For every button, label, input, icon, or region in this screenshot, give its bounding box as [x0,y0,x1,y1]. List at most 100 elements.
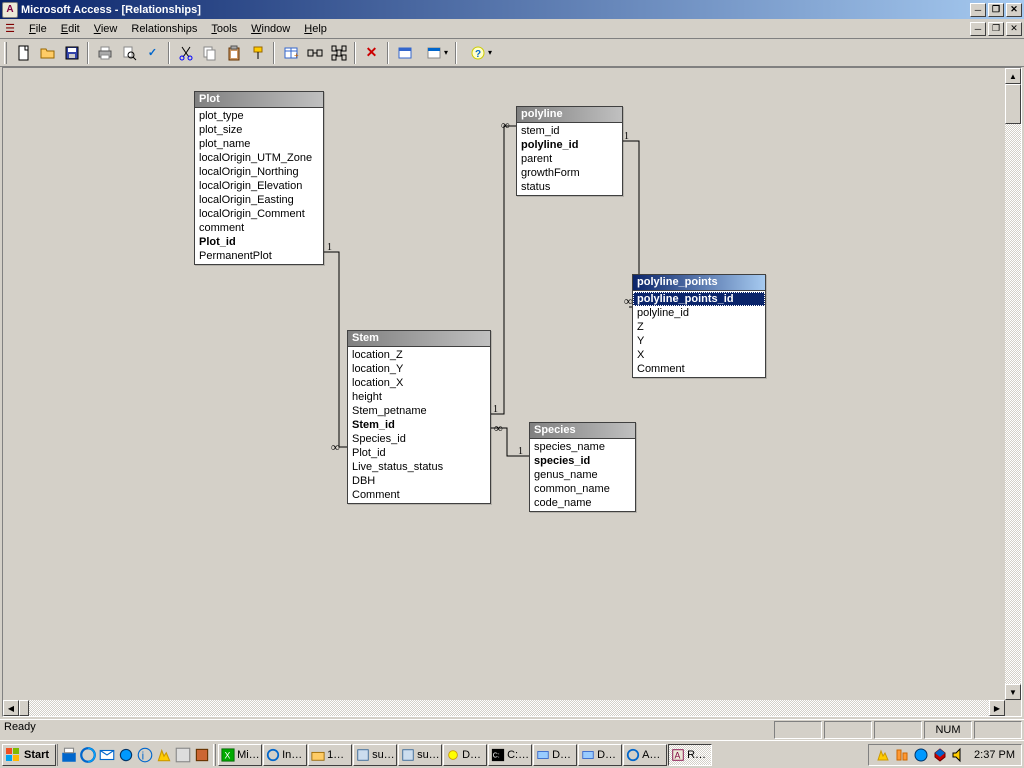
task-4[interactable]: su… [353,744,397,766]
mdi-icon[interactable]: ☰ [2,21,18,37]
scroll-down-button[interactable]: ▼ [1005,684,1021,700]
task-access[interactable]: AR… [668,744,712,766]
field-pp-x[interactable]: X [633,348,765,362]
menu-help[interactable]: Help [297,21,334,37]
field-common-name[interactable]: common_name [530,482,635,496]
table-plot-title[interactable]: Plot [195,92,323,108]
table-species-title[interactable]: Species [530,423,635,439]
field-plot-type[interactable]: plot_type [195,109,323,123]
close-button[interactable]: ✕ [1006,3,1022,17]
field-polyline-id[interactable]: polyline_id [517,138,622,152]
minimize-button[interactable]: ─ [970,3,986,17]
field-species-name[interactable]: species_name [530,440,635,454]
print-button[interactable] [93,42,116,64]
vertical-scrollbar[interactable]: ▲ ▼ [1005,68,1021,700]
field-code-name[interactable]: code_name [530,496,635,510]
start-button[interactable]: Start [2,744,56,766]
table-stem[interactable]: Stem location_Z location_Y location_X he… [347,330,491,504]
ql-oe-icon[interactable] [98,746,116,764]
scroll-right-button[interactable]: ▶ [989,700,1005,716]
horizontal-scrollbar[interactable]: ◀ ▶ [3,700,1005,716]
scroll-left-button[interactable]: ◀ [3,700,19,716]
menu-window[interactable]: Window [244,21,297,37]
field-polyline-growthform[interactable]: growthForm [517,166,622,180]
menu-relationships[interactable]: Relationships [124,21,204,37]
ql-icon-7[interactable] [174,746,192,764]
copy-button[interactable] [198,42,221,64]
field-plot-name[interactable]: plot_name [195,137,323,151]
show-direct-relationships-button[interactable] [303,42,326,64]
scroll-thumb-h[interactable] [19,700,29,716]
table-polyline-points-title[interactable]: polyline_points [633,275,765,291]
field-localorigin-elevation[interactable]: localOrigin_Elevation [195,179,323,193]
database-window-button[interactable] [417,42,451,64]
field-localorigin-comment[interactable]: localOrigin_Comment [195,207,323,221]
toolbar-grip[interactable] [4,42,7,64]
field-stem-dbh[interactable]: DBH [348,474,490,488]
field-stem-comment[interactable]: Comment [348,488,490,502]
field-permanentplot[interactable]: PermanentPlot [195,249,323,263]
show-table-button[interactable]: + [279,42,302,64]
field-pp-id[interactable]: polyline_points_id [633,292,765,306]
task-6[interactable]: D… [443,744,487,766]
print-preview-button[interactable] [117,42,140,64]
task-cmd[interactable]: C:C:… [488,744,532,766]
tray-icon-2[interactable] [894,747,910,763]
field-genus-name[interactable]: genus_name [530,468,635,482]
table-plot[interactable]: Plot plot_type plot_size plot_name local… [194,91,324,265]
mdi-minimize-button[interactable]: ─ [970,22,986,36]
new-button[interactable] [12,42,35,64]
scroll-up-button[interactable]: ▲ [1005,68,1021,84]
tray-icon-3[interactable] [913,747,929,763]
menu-edit[interactable]: Edit [54,21,87,37]
save-button[interactable] [60,42,83,64]
tray-clock[interactable]: 2:37 PM [970,749,1015,761]
task-excel[interactable]: XMi… [218,744,262,766]
field-pp-y[interactable]: Y [633,334,765,348]
mdi-restore-button[interactable]: ❐ [988,22,1004,36]
field-stem-loc-x[interactable]: location_X [348,376,490,390]
field-stem-plotid[interactable]: Plot_id [348,446,490,460]
spelling-button[interactable]: ✓ [141,42,164,64]
ql-icon-6[interactable] [155,746,173,764]
cut-button[interactable] [174,42,197,64]
field-pp-comment[interactable]: Comment [633,362,765,376]
format-painter-button[interactable] [246,42,269,64]
clear-layout-button[interactable]: ✕ [360,42,383,64]
tray-icon-1[interactable] [875,747,891,763]
tray-volume-icon[interactable] [951,747,967,763]
field-stem-speciesid[interactable]: Species_id [348,432,490,446]
show-all-relationships-button[interactable] [327,42,350,64]
field-localorigin-easting[interactable]: localOrigin_Easting [195,193,323,207]
field-pp-polylineid[interactable]: polyline_id [633,306,765,320]
table-stem-title[interactable]: Stem [348,331,490,347]
field-species-id[interactable]: species_id [530,454,635,468]
task-8[interactable]: D… [533,744,577,766]
open-button[interactable] [36,42,59,64]
mdi-close-button[interactable]: ✕ [1006,22,1022,36]
field-localorigin-utm[interactable]: localOrigin_UTM_Zone [195,151,323,165]
ql-icon-4[interactable] [117,746,135,764]
field-localorigin-northing[interactable]: localOrigin_Northing [195,165,323,179]
field-stem-loc-y[interactable]: location_Y [348,362,490,376]
field-pp-z[interactable]: Z [633,320,765,334]
task-9[interactable]: D… [578,744,622,766]
paste-button[interactable] [222,42,245,64]
field-polyline-parent[interactable]: parent [517,152,622,166]
new-object-button[interactable] [393,42,416,64]
field-stem-loc-z[interactable]: location_Z [348,348,490,362]
field-stem-livestatus[interactable]: Live_status_status [348,460,490,474]
task-5[interactable]: su… [398,744,442,766]
table-polyline-points[interactable]: polyline_points polyline_points_id polyl… [632,274,766,378]
ql-ie-icon[interactable] [79,746,97,764]
menu-view[interactable]: View [87,21,125,37]
menu-file[interactable]: File [22,21,54,37]
restore-button[interactable]: ❐ [988,3,1004,17]
task-ie[interactable]: In… [263,744,307,766]
table-polyline[interactable]: polyline stem_id polyline_id parent grow… [516,106,623,196]
field-polyline-stemid[interactable]: stem_id [517,124,622,138]
field-stem-petname[interactable]: Stem_petname [348,404,490,418]
field-plot-size[interactable]: plot_size [195,123,323,137]
ql-icon[interactable] [60,746,78,764]
scroll-thumb-v[interactable] [1005,84,1021,124]
